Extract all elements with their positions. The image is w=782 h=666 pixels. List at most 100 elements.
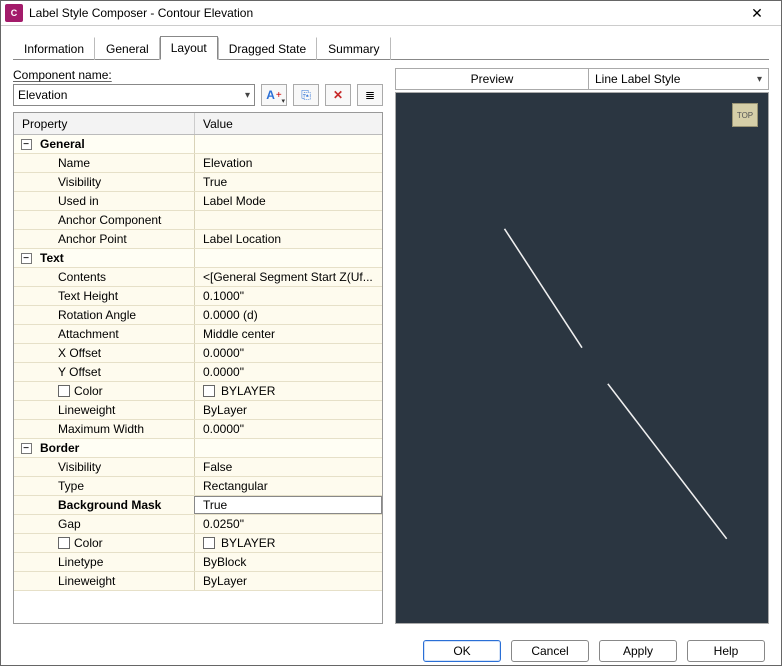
property-label: Gap (38, 517, 194, 531)
preview-header: Preview Line Label Style ▾ (395, 68, 769, 90)
col-value: Value (194, 113, 382, 134)
col-property: Property (14, 117, 194, 131)
property-value[interactable]: Label Location (194, 230, 382, 248)
order-component-button[interactable]: ≣ (357, 84, 383, 106)
chevron-down-icon: ▾ (757, 74, 762, 85)
property-label: X Offset (38, 346, 194, 360)
property-value[interactable]: 0.0000 (d) (194, 306, 382, 324)
collapse-icon[interactable]: − (21, 253, 32, 264)
apply-button[interactable]: Apply (599, 640, 677, 662)
color-swatch[interactable] (203, 385, 215, 397)
tab-summary[interactable]: Summary (317, 37, 390, 60)
grid-row[interactable]: NameElevation (14, 154, 382, 173)
preview-style-combo[interactable]: Line Label Style ▾ (589, 68, 769, 90)
close-button[interactable]: ✕ (737, 1, 777, 25)
grid-row[interactable]: Background MaskTrue (14, 496, 382, 515)
grid-row[interactable]: Y Offset0.0000" (14, 363, 382, 382)
component-name-label: Component name: (13, 68, 383, 82)
color-swatch[interactable] (203, 537, 215, 549)
grid-row[interactable]: TypeRectangular (14, 477, 382, 496)
property-value[interactable]: ByLayer (194, 401, 382, 419)
tab-general[interactable]: General (95, 37, 160, 60)
property-value[interactable]: 0.0250" (194, 515, 382, 533)
grid-category[interactable]: −Border (14, 439, 382, 458)
category-value (194, 135, 382, 153)
dialog-window: C Label Style Composer - Contour Elevati… (0, 0, 782, 666)
preview-line-icon (396, 93, 768, 623)
property-value[interactable]: Elevation (194, 154, 382, 172)
grid-row[interactable]: Anchor PointLabel Location (14, 230, 382, 249)
grid-row[interactable]: Maximum Width0.0000" (14, 420, 382, 439)
property-value[interactable]: Middle center (194, 325, 382, 343)
property-value[interactable]: Rectangular (194, 477, 382, 495)
content-area: Component name: Elevation ▾ A + ▾ ⎘ ✕ (1, 60, 781, 636)
delete-icon: ✕ (333, 88, 343, 102)
grid-row[interactable]: Text Height0.1000" (14, 287, 382, 306)
grid-row[interactable]: Color BYLAYER (14, 382, 382, 401)
grid-row[interactable]: LinetypeByBlock (14, 553, 382, 572)
checkbox-icon[interactable] (58, 537, 70, 549)
property-label: Lineweight (38, 574, 194, 588)
help-button[interactable]: Help (687, 640, 765, 662)
grid-row[interactable]: Used inLabel Mode (14, 192, 382, 211)
property-label: Y Offset (38, 365, 194, 379)
property-value[interactable]: BYLAYER (194, 534, 382, 552)
property-value[interactable] (194, 211, 382, 229)
grid-category[interactable]: −Text (14, 249, 382, 268)
footer-buttons: OK Cancel Apply Help (1, 636, 781, 665)
collapse-icon[interactable]: − (21, 139, 32, 150)
property-label: Attachment (38, 327, 194, 341)
chevron-down-icon: ▾ (281, 97, 285, 105)
property-value[interactable]: 0.0000" (194, 344, 382, 362)
viewcube-top[interactable]: TOP (732, 103, 758, 127)
category-label: Text (38, 251, 194, 265)
component-name-combo[interactable]: Elevation ▾ (13, 84, 255, 106)
cancel-button[interactable]: Cancel (511, 640, 589, 662)
property-value[interactable]: 0.0000" (194, 420, 382, 438)
property-value[interactable]: Label Mode (194, 192, 382, 210)
property-value[interactable]: ByLayer (194, 572, 382, 590)
grid-row[interactable]: Rotation Angle0.0000 (d) (14, 306, 382, 325)
grid-row[interactable]: Anchor Component (14, 211, 382, 230)
property-label: Anchor Point (38, 232, 194, 246)
grid-row[interactable]: X Offset0.0000" (14, 344, 382, 363)
property-label: Type (38, 479, 194, 493)
property-value[interactable]: ByBlock (194, 553, 382, 571)
grid-category[interactable]: −General (14, 135, 382, 154)
preview-viewport[interactable]: TOP (395, 92, 769, 624)
property-value[interactable]: True (194, 496, 382, 514)
property-value[interactable]: True (194, 173, 382, 191)
tab-layout[interactable]: Layout (160, 36, 218, 60)
delete-component-button[interactable]: ✕ (325, 84, 351, 106)
grid-row[interactable]: VisibilityFalse (14, 458, 382, 477)
grid-row[interactable]: Color BYLAYER (14, 534, 382, 553)
property-grid: Property Value −GeneralNameElevationVisi… (13, 112, 383, 624)
property-label: Used in (38, 194, 194, 208)
grid-row[interactable]: LineweightByLayer (14, 572, 382, 591)
grid-row[interactable]: Gap0.0250" (14, 515, 382, 534)
property-label: Anchor Component (38, 213, 194, 227)
grid-row[interactable]: LineweightByLayer (14, 401, 382, 420)
grid-header: Property Value (14, 113, 382, 135)
property-value[interactable]: False (194, 458, 382, 476)
property-value[interactable]: BYLAYER (194, 382, 382, 400)
property-label: Background Mask (38, 498, 194, 512)
add-component-button[interactable]: A + ▾ (261, 84, 287, 106)
component-name-value: Elevation (18, 88, 67, 102)
property-value[interactable]: <[General Segment Start Z(Uf... (194, 268, 382, 286)
copy-component-button[interactable]: ⎘ (293, 84, 319, 106)
tab-dragged-state[interactable]: Dragged State (218, 37, 317, 60)
tab-information[interactable]: Information (13, 37, 95, 60)
property-value[interactable]: 0.0000" (194, 363, 382, 381)
app-icon: C (5, 4, 23, 22)
property-label: Color (38, 536, 194, 550)
grid-row[interactable]: Contents<[General Segment Start Z(Uf... (14, 268, 382, 287)
ok-button[interactable]: OK (423, 640, 501, 662)
grid-row[interactable]: VisibilityTrue (14, 173, 382, 192)
add-text-icon: A (266, 88, 275, 102)
property-label: Name (38, 156, 194, 170)
property-value[interactable]: 0.1000" (194, 287, 382, 305)
collapse-icon[interactable]: − (21, 443, 32, 454)
grid-row[interactable]: AttachmentMiddle center (14, 325, 382, 344)
checkbox-icon[interactable] (58, 385, 70, 397)
